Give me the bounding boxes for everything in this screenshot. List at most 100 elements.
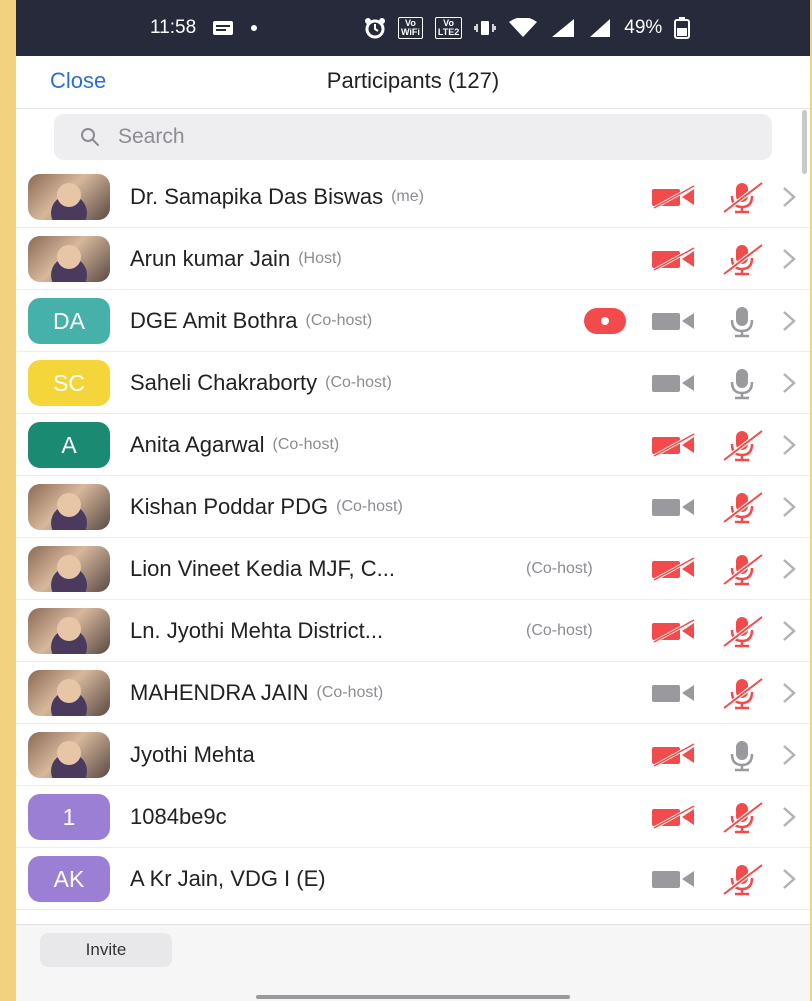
page-title: Participants (127): [326, 68, 500, 93]
chevron-right-icon[interactable]: [780, 247, 798, 276]
avatar: [28, 174, 110, 220]
avatar: [28, 236, 110, 282]
mic-muted-icon[interactable]: [720, 614, 764, 653]
participant-row[interactable]: Arun kumar Jain (Host): [16, 228, 810, 290]
chevron-right-icon[interactable]: [780, 309, 798, 338]
participant-row[interactable]: Kishan Poddar PDG (Co-host): [16, 476, 810, 538]
mic-icon[interactable]: [720, 738, 764, 777]
mic-muted-icon[interactable]: [720, 552, 764, 591]
participant-name: Ln. Jyothi Mehta District...: [130, 617, 384, 643]
mic-muted-icon[interactable]: [720, 180, 764, 219]
avatar: [28, 608, 110, 654]
chevron-right-icon[interactable]: [780, 557, 798, 586]
chevron-right-icon[interactable]: [780, 681, 798, 710]
participant-row[interactable]: Lion Vineet Kedia MJF, C... (Co-host): [16, 538, 810, 600]
chevron-right-icon[interactable]: [780, 185, 798, 214]
video-off-icon[interactable]: [650, 184, 698, 215]
avatar: [28, 546, 110, 592]
participant-name-group: Kishan Poddar PDG (Co-host): [130, 476, 530, 537]
participant-role: (Host): [298, 249, 342, 267]
video-off-icon[interactable]: [650, 804, 698, 835]
signal-2-icon: [588, 18, 612, 38]
home-indicator[interactable]: [256, 995, 570, 999]
participant-row[interactable]: AK A Kr Jain, VDG I (E): [16, 848, 810, 910]
participant-row[interactable]: Jyothi Mehta: [16, 724, 810, 786]
avatar-photo: [57, 245, 81, 269]
participant-row[interactable]: DA DGE Amit Bothra (Co-host): [16, 290, 810, 352]
video-icon[interactable]: [650, 866, 698, 897]
chevron-right-icon[interactable]: [780, 743, 798, 772]
status-time: 11:58: [150, 17, 197, 38]
participant-row[interactable]: A Anita Agarwal (Co-host): [16, 414, 810, 476]
mic-muted-icon[interactable]: [720, 800, 764, 839]
video-off-icon[interactable]: [650, 742, 698, 773]
invite-button[interactable]: Invite: [40, 933, 172, 967]
participant-role: (Co-host): [272, 435, 340, 453]
message-icon: [212, 20, 234, 36]
participant-name: Saheli Chakraborty: [130, 369, 318, 395]
participant-row[interactable]: MAHENDRA JAIN (Co-host): [16, 662, 810, 724]
participant-row[interactable]: Ln. Jyothi Mehta District... (Co-host): [16, 600, 810, 662]
avatar: [28, 732, 110, 778]
chevron-right-icon[interactable]: [780, 805, 798, 834]
participant-role: (Co-host): [526, 559, 593, 577]
search-icon: [81, 128, 99, 146]
status-bar: 11:58 Vo WiFi Vo LTE2 49%: [16, 0, 810, 56]
video-icon[interactable]: [650, 680, 698, 711]
participant-name-group: Dr. Samapika Das Biswas (me): [130, 166, 530, 227]
video-icon[interactable]: [650, 370, 698, 401]
mic-muted-icon[interactable]: [720, 428, 764, 467]
participant-row[interactable]: 1 1084be9c: [16, 786, 810, 848]
video-off-icon[interactable]: [650, 618, 698, 649]
participant-row[interactable]: Dr. Samapika Das Biswas (me): [16, 166, 810, 228]
recording-icon: [584, 308, 626, 334]
avatar-photo: [57, 555, 81, 579]
participant-name-group: Saheli Chakraborty (Co-host): [130, 352, 530, 413]
mic-muted-icon[interactable]: [720, 862, 764, 901]
participant-role: (Co-host): [526, 621, 593, 639]
participant-role: (Co-host): [316, 683, 384, 701]
zoom-participants-screen: 11:58 Vo WiFi Vo LTE2 49% Close Particip…: [16, 0, 810, 1001]
participant-name-group: A Kr Jain, VDG I (E): [130, 848, 530, 909]
search-bar[interactable]: [54, 114, 772, 160]
avatar-photo: [57, 493, 81, 517]
chevron-right-icon[interactable]: [780, 371, 798, 400]
vibrate-icon: [474, 19, 497, 37]
participant-name-group: Ln. Jyothi Mehta District...: [130, 600, 530, 661]
avatar: AK: [28, 856, 110, 902]
mic-icon[interactable]: [720, 304, 764, 343]
participant-name: DGE Amit Bothra: [130, 307, 298, 333]
volte-icon: Vo LTE2: [434, 17, 463, 39]
avatar: [28, 670, 110, 716]
scrollbar[interactable]: [802, 110, 807, 174]
participant-role: (Co-host): [325, 373, 392, 391]
mic-muted-icon[interactable]: [720, 676, 764, 715]
participant-name-group: Anita Agarwal (Co-host): [130, 414, 530, 475]
mic-icon[interactable]: [720, 366, 764, 405]
avatar-photo: [57, 741, 81, 765]
participant-name-group: 1084be9c: [130, 786, 530, 847]
chevron-right-icon[interactable]: [780, 495, 798, 524]
avatar-photo: [57, 183, 81, 207]
participant-row-partial[interactable]: [16, 910, 810, 924]
participant-row[interactable]: SC Saheli Chakraborty (Co-host): [16, 352, 810, 414]
mic-muted-icon[interactable]: [720, 242, 764, 281]
video-icon[interactable]: [650, 494, 698, 525]
notification-dot-icon: [250, 24, 258, 32]
avatar: SC: [28, 360, 110, 406]
chevron-right-icon[interactable]: [780, 433, 798, 462]
avatar-photo: [57, 679, 81, 703]
avatar: [28, 484, 110, 530]
video-off-icon[interactable]: [650, 432, 698, 463]
participant-name: Arun kumar Jain: [130, 245, 291, 271]
avatar: 1: [28, 794, 110, 840]
participant-name: Dr. Samapika Das Biswas: [130, 183, 384, 209]
video-off-icon[interactable]: [650, 246, 698, 277]
search-input[interactable]: [116, 124, 720, 150]
mic-muted-icon[interactable]: [720, 490, 764, 529]
video-icon[interactable]: [650, 308, 698, 339]
avatar-photo: [57, 617, 81, 641]
chevron-right-icon[interactable]: [780, 867, 798, 896]
chevron-right-icon[interactable]: [780, 619, 798, 648]
video-off-icon[interactable]: [650, 556, 698, 587]
